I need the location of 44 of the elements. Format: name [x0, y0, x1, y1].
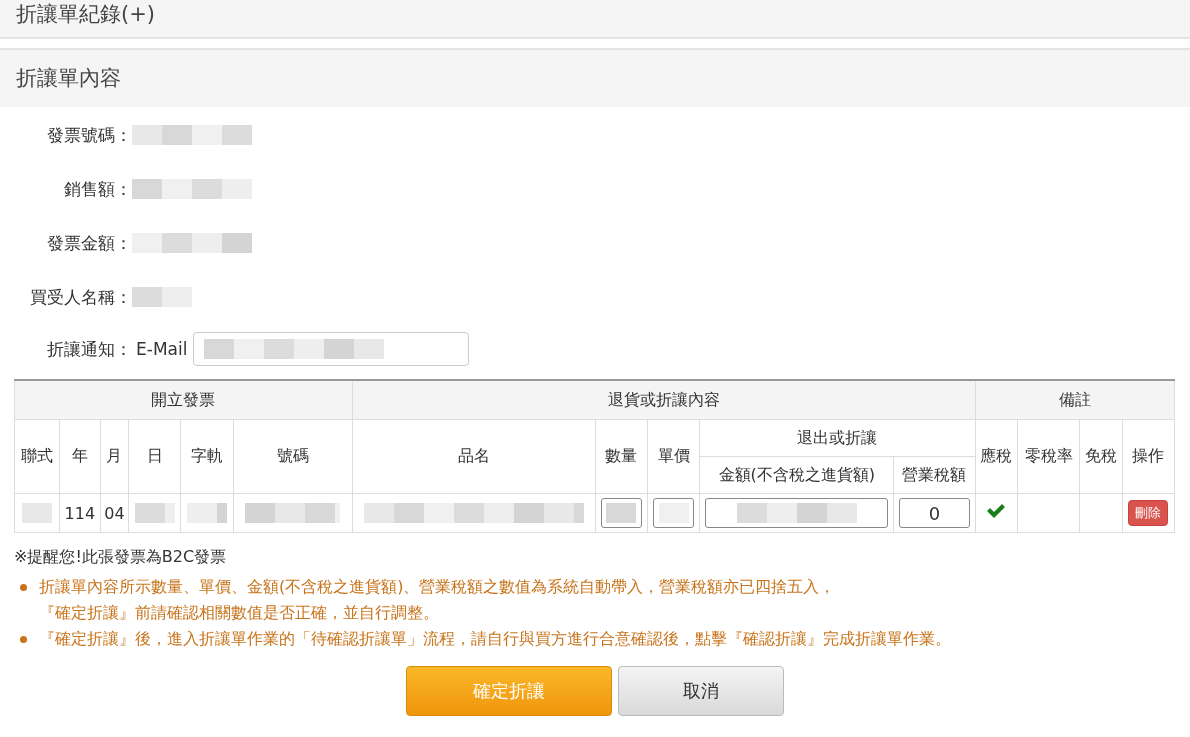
blurred-value: [187, 501, 228, 525]
delete-button[interactable]: 刪除: [1128, 500, 1169, 526]
note-text: 折讓單內容所示數量、單價、金額(不含稅之進貨額)、營業稅額之數值為系統自動帶入，營業稅額亦已四捨五入，『確定折讓』前請確認相關數值是否正確，並自行調整。: [39, 576, 837, 624]
input-field[interactable]: [705, 498, 889, 528]
column-header: 字軌: [180, 419, 234, 494]
column-header: 月: [100, 419, 129, 494]
notice-text: ※提醒您!此張發票為B2C發票: [14, 547, 228, 568]
input-field[interactable]: [600, 498, 643, 528]
email-field[interactable]: [193, 332, 470, 366]
column-header: 零稅率: [1017, 419, 1080, 494]
column-header: 單價: [647, 419, 700, 494]
column-header: 免稅: [1079, 419, 1123, 494]
cancel-button[interactable]: 取消: [618, 666, 784, 716]
bullet-icon: [20, 584, 27, 591]
section-header: 折讓單內容: [0, 48, 1190, 107]
email-label: E-Mail: [136, 339, 188, 359]
column-header: 聯式: [14, 419, 60, 494]
table-cell: 114: [59, 493, 101, 533]
input-field[interactable]: 0: [899, 498, 970, 528]
section-header[interactable]: 折讓單紀錄(+): [0, 0, 1190, 39]
field-label: 發票號碼：: [46, 123, 132, 147]
table-cell: 04: [100, 493, 129, 533]
input-field[interactable]: [653, 498, 695, 528]
column-header: 退出或折讓: [699, 419, 976, 457]
blurred-value: [134, 501, 175, 525]
column-group-header: 開立發票: [14, 380, 353, 420]
field-label: 銷售額：: [63, 177, 132, 201]
column-group-header: 退貨或折讓內容: [352, 380, 976, 420]
column-group-header: 備註: [975, 380, 1175, 420]
bullet-icon: [20, 636, 27, 643]
column-header: 日: [128, 419, 181, 494]
field-label: 折讓通知：: [46, 337, 132, 361]
column-header: 數量: [595, 419, 648, 494]
column-header: 號碼: [233, 419, 353, 494]
column-header: 金額(不含稅之進貨額): [699, 456, 894, 494]
column-header: 操作: [1122, 419, 1175, 494]
blurred-value: [606, 501, 637, 525]
blurred-value: [132, 285, 192, 309]
field-label: 買受人名稱：: [29, 285, 132, 309]
column-header: 品名: [352, 419, 596, 494]
column-header: 應稅: [975, 419, 1018, 494]
column-header: 年: [59, 419, 101, 494]
field-label: 發票金額：: [46, 231, 132, 255]
note-text: 『確定折讓』後，進入折讓單作業的「待確認折讓單」流程，請自行與買方進行合意確認後，點擊『確認折讓』完成折讓單作業。: [39, 628, 951, 650]
